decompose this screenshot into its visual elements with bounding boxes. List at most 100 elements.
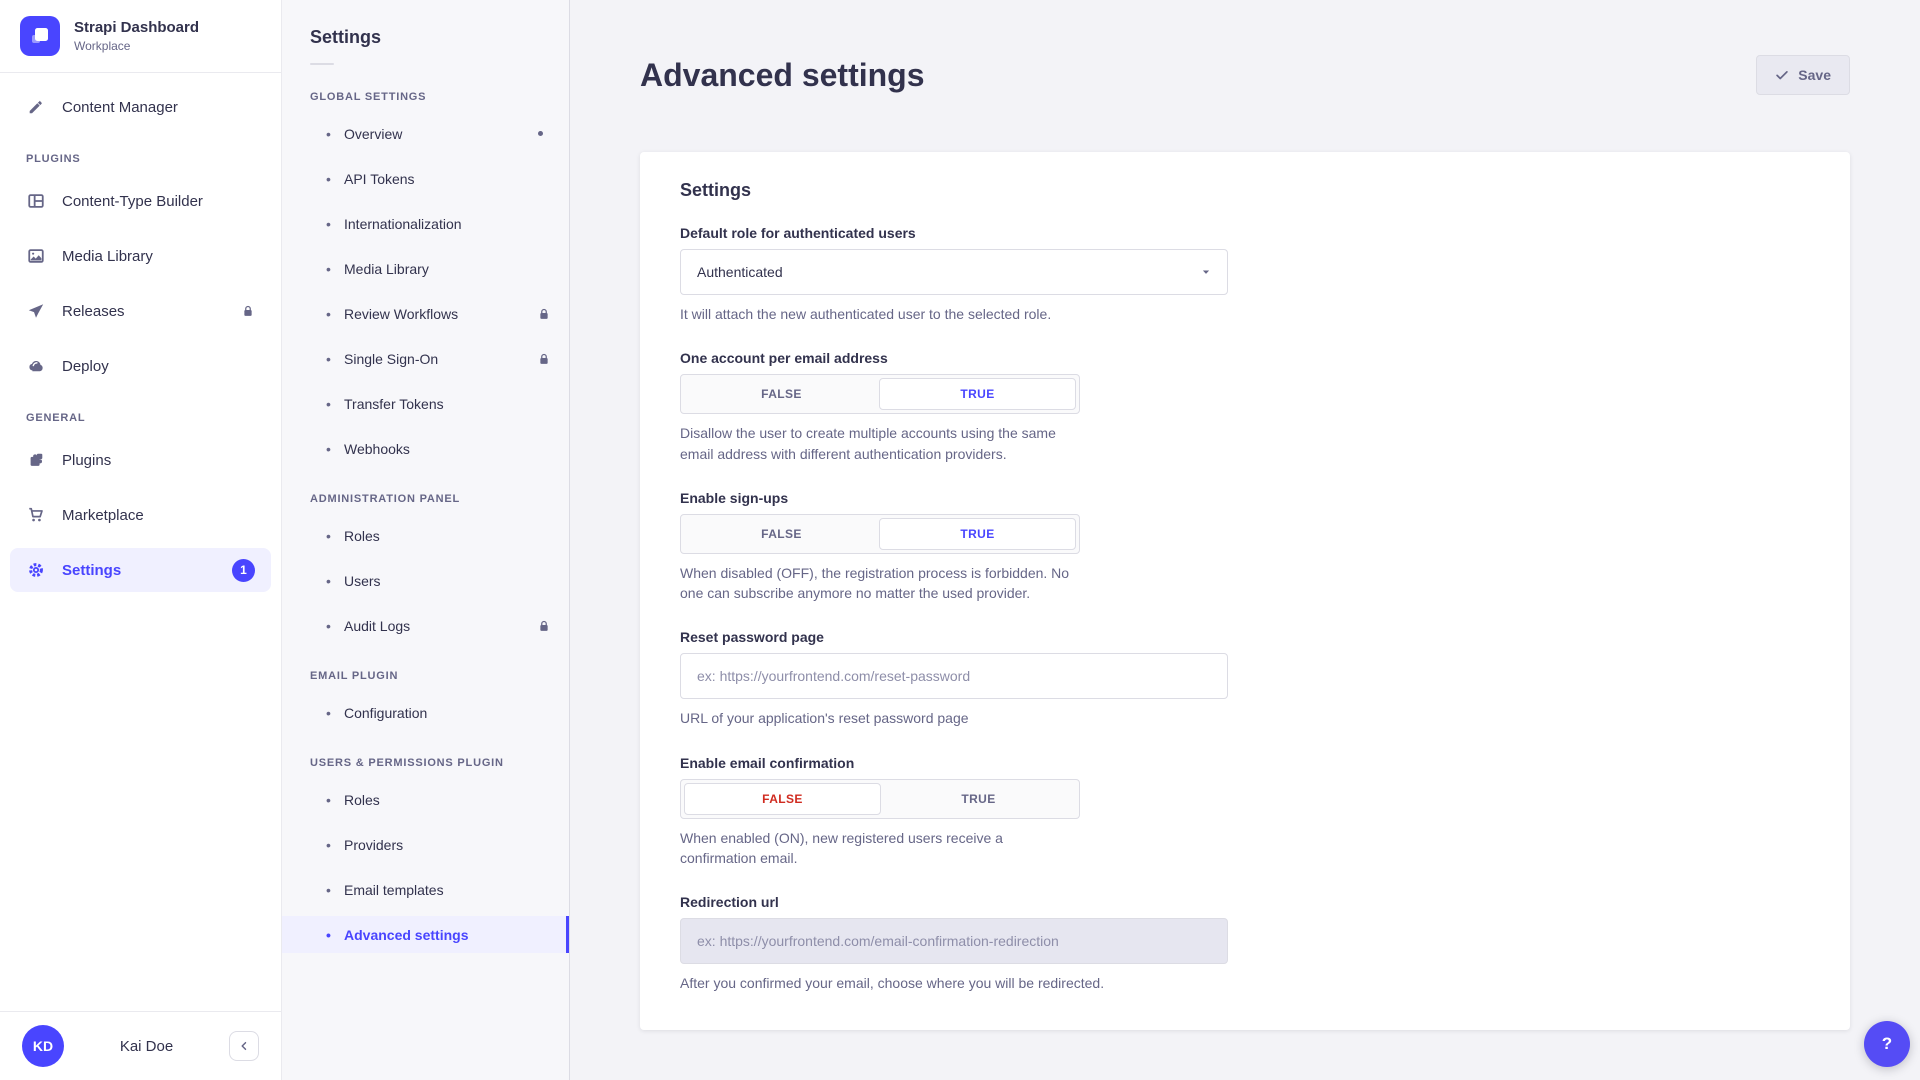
image-icon [26,247,46,265]
bullet-icon: • [326,351,344,367]
subnav-item[interactable]: • Providers [282,826,569,863]
subnav-title-divider [310,63,334,65]
lock-icon [241,304,255,318]
bullet-icon: • [326,927,344,943]
help-button[interactable]: ? [1864,1021,1910,1067]
bullet-icon: • [326,618,344,634]
subnav-section-label: GLOBAL SETTINGS [282,91,569,103]
reset-password-input[interactable] [680,653,1228,699]
sidebar-item-releases[interactable]: Releases [10,289,271,333]
subnav-item-label: Roles [344,792,380,808]
subnav-item[interactable]: • Roles [282,517,569,554]
sidebar-item-plugins[interactable]: Plugins [10,438,271,482]
sidebar-item-settings[interactable]: Settings 1 [10,548,271,592]
avatar: KD [22,1025,64,1067]
field-sign-ups: Enable sign-ups FALSE TRUE When disabled… [680,490,1810,604]
notification-dot-icon [538,131,543,136]
subnav-item[interactable]: • Review Workflows [282,295,569,332]
bullet-icon: • [326,528,344,544]
sidebar-item-content-manager[interactable]: Content Manager [10,85,271,129]
sidebar-section-general: GENERAL [10,412,271,424]
bullet-icon: • [326,882,344,898]
sidebar-item-media-library[interactable]: Media Library [10,234,271,278]
gear-icon [26,561,46,579]
bullet-icon: • [326,792,344,808]
field-hint: Disallow the user to create multiple acc… [680,423,1082,464]
pencil-icon [26,98,46,116]
subnav-item[interactable]: • Single Sign-On [282,340,569,377]
field-reset-password: Reset password page URL of your applicat… [680,629,1810,728]
bullet-icon: • [326,306,344,322]
field-hint: URL of your application's reset password… [680,708,1810,728]
subnav-item[interactable]: • Media Library [282,250,569,287]
page-title: Advanced settings [640,55,925,95]
toggle-false-option[interactable]: FALSE [684,378,879,410]
subnav-item-label: Webhooks [344,441,410,457]
toggle-true-option[interactable]: TRUE [881,783,1076,815]
field-one-account: One account per email address FALSE TRUE… [680,350,1810,464]
collapse-sidebar-button[interactable] [229,1031,259,1061]
subnav-title: Settings [282,0,569,48]
sidebar-section-plugins: PLUGINS [10,153,271,165]
subnav-section-label: ADMINISTRATION PANEL [282,493,569,505]
sidebar-item-label: Plugins [62,452,111,469]
default-role-select[interactable]: Authenticated [680,249,1228,295]
subnav-item-label: Review Workflows [344,306,458,322]
subnav-section-label: USERS & PERMISSIONS PLUGIN [282,757,569,769]
toggle-false-option[interactable]: FALSE [684,783,881,815]
field-hint: After you confirmed your email, choose w… [680,973,1810,993]
field-label: Default role for authenticated users [680,225,1810,241]
subnav-item[interactable]: • Webhooks [282,430,569,467]
sidebar-item-label: Releases [62,303,125,320]
field-hint: When disabled (OFF), the registration pr… [680,563,1082,604]
toggle-true-option[interactable]: TRUE [879,518,1076,550]
user-name: Kai Doe [64,1038,229,1055]
sidebar-item-marketplace[interactable]: Marketplace [10,493,271,537]
subnav-item[interactable]: • Overview [282,115,569,152]
workspace-brand[interactable]: Strapi Dashboard Workplace [0,0,281,72]
field-label: Redirection url [680,894,1810,910]
field-hint: When enabled (ON), new registered users … [680,828,1082,869]
bullet-icon: • [326,705,344,721]
cart-icon [26,506,46,524]
workspace-title: Strapi Dashboard [74,19,199,36]
subnav-item[interactable]: • Roles [282,781,569,818]
check-icon [1775,68,1789,82]
subnav-item[interactable]: • Audit Logs [282,607,569,644]
subnav-item[interactable]: • Internationalization [282,205,569,242]
subnav-item[interactable]: • Configuration [282,694,569,731]
sidebar-item-content-type-builder[interactable]: Content-Type Builder [10,179,271,223]
lock-icon [537,352,551,366]
subnav-item-label: Providers [344,837,403,853]
field-email-confirmation: Enable email confirmation FALSE TRUE Whe… [680,755,1810,869]
field-default-role: Default role for authenticated users Aut… [680,225,1810,324]
bullet-icon: • [326,441,344,457]
sidebar-item-label: Settings [62,562,121,579]
puzzle-icon [26,451,46,469]
sidebar-item-deploy[interactable]: Deploy [10,344,271,388]
sidebar-item-label: Content Manager [62,99,178,116]
subnav-item[interactable]: • Users [282,562,569,599]
cloud-icon [26,357,46,375]
subnav-item-label: Internationalization [344,216,462,232]
sign-ups-toggle: FALSE TRUE [680,514,1080,554]
settings-subnav: Settings GLOBAL SETTINGS • Overview • AP… [282,0,570,1080]
sidebar-item-label: Marketplace [62,507,144,524]
subnav-item[interactable]: • Advanced settings [282,916,569,953]
subnav-item[interactable]: • API Tokens [282,160,569,197]
subnav-item[interactable]: • Transfer Tokens [282,385,569,422]
select-value: Authenticated [697,264,783,280]
subnav-section-label: EMAIL PLUGIN [282,670,569,682]
subnav-item[interactable]: • Email templates [282,871,569,908]
subnav-item-label: Users [344,573,381,589]
subnav-item-label: Email templates [344,882,444,898]
settings-notification-badge: 1 [232,559,255,582]
panel-title: Settings [680,180,1810,201]
toggle-false-option[interactable]: FALSE [684,518,879,550]
save-button[interactable]: Save [1756,55,1850,95]
toggle-true-option[interactable]: TRUE [879,378,1076,410]
email-confirmation-toggle: FALSE TRUE [680,779,1080,819]
workspace-subtitle: Workplace [74,39,199,53]
subnav-item-label: Roles [344,528,380,544]
paper-plane-icon [26,302,46,320]
